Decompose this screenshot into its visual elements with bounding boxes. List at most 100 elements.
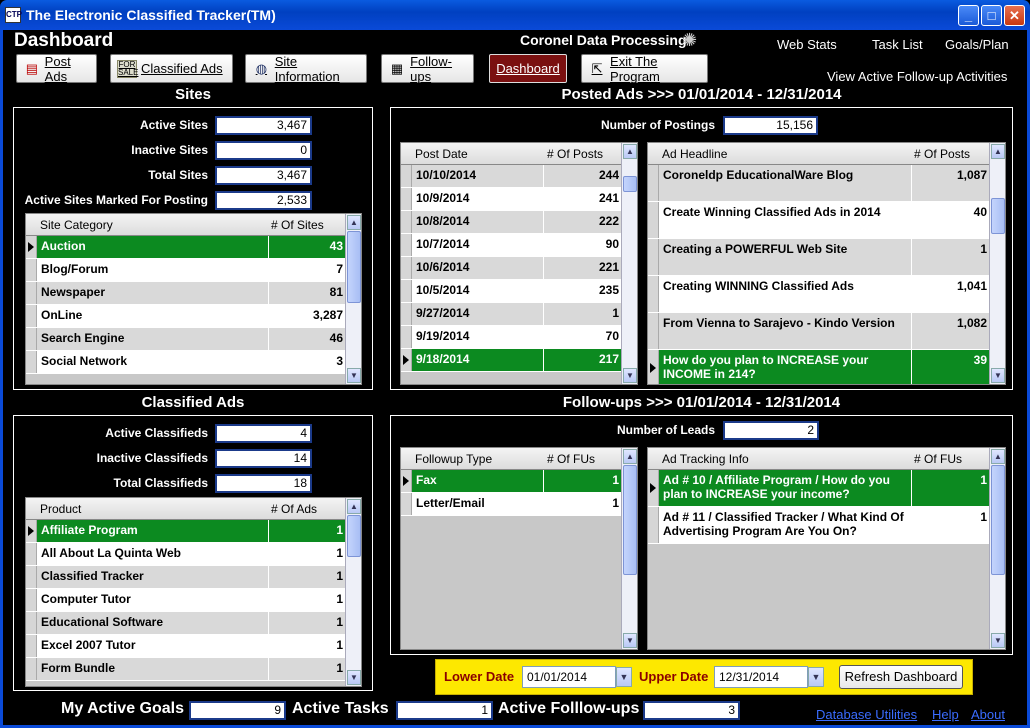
table-row[interactable]: Social Network 3 — [26, 351, 347, 374]
table-row[interactable]: Letter/Email 1 — [401, 493, 623, 516]
vertical-scrollbar[interactable]: ▲ ▼ — [621, 143, 637, 384]
scroll-down-icon[interactable]: ▼ — [991, 368, 1005, 383]
scroll-thumb[interactable] — [991, 465, 1005, 575]
col-num-posts: # Of Posts — [547, 147, 604, 161]
table-row[interactable]: Newspaper 81 — [26, 282, 347, 305]
table-row[interactable]: 10/8/2014 222 — [401, 211, 623, 234]
post-date-grid[interactable]: Post Date # Of Posts 10/10/2014 244 10/9/… — [400, 142, 638, 385]
table-row[interactable]: 10/6/2014 221 — [401, 257, 623, 280]
table-row[interactable]: 10/9/2014 241 — [401, 188, 623, 211]
minimize-button[interactable]: _ — [958, 5, 979, 26]
dashboard-button[interactable]: Dashboard — [489, 54, 567, 83]
cell-count: 46 — [268, 328, 347, 350]
followups-panel: Number of Leads 2 Followup Type # Of FUs… — [390, 415, 1013, 655]
post-ads-button[interactable]: ▤ Post Ads — [16, 54, 97, 84]
classified-ads-button[interactable]: FOR SALE Classified Ads — [110, 54, 233, 83]
close-button[interactable]: ✕ — [1004, 5, 1025, 26]
view-followups-link[interactable]: View Active Follow-up Activities — [827, 69, 1007, 84]
table-row[interactable]: 9/19/2014 70 — [401, 326, 623, 349]
table-row[interactable]: How do you plan to INCREASE your INCOME … — [648, 350, 991, 384]
table-row[interactable]: Creating WINNING Classified Ads 1,041 — [648, 276, 991, 313]
table-row[interactable]: 10/10/2014 244 — [401, 165, 623, 188]
total-sites-value: 3,467 — [215, 166, 312, 185]
table-row[interactable]: Form Bundle 1 — [26, 658, 347, 681]
scroll-up-icon[interactable]: ▲ — [623, 449, 637, 464]
scroll-down-icon[interactable]: ▼ — [623, 368, 637, 383]
refresh-dashboard-button[interactable]: Refresh Dashboard — [839, 665, 963, 689]
cell-count: 241 — [543, 188, 623, 210]
scroll-up-icon[interactable]: ▲ — [347, 215, 361, 230]
marked-sites-label: Active Sites Marked For Posting — [24, 193, 208, 207]
table-row[interactable]: Blog/Forum 7 — [26, 259, 347, 282]
scroll-thumb[interactable] — [347, 231, 361, 303]
scroll-up-icon[interactable]: ▲ — [991, 144, 1005, 159]
vertical-scrollbar[interactable]: ▲ ▼ — [345, 214, 361, 384]
vertical-scrollbar[interactable]: ▲ ▼ — [345, 498, 361, 686]
table-row[interactable]: 9/27/2014 1 — [401, 303, 623, 326]
goals-plan-link[interactable]: Goals/Plan — [945, 37, 1009, 52]
gear-icon: ✺ — [682, 30, 698, 50]
table-row[interactable]: 10/5/2014 235 — [401, 280, 623, 303]
scroll-thumb[interactable] — [347, 515, 361, 557]
table-row[interactable]: OnLine 3,287 — [26, 305, 347, 328]
scroll-thumb[interactable] — [623, 465, 637, 575]
scroll-down-icon[interactable]: ▼ — [347, 368, 361, 383]
scroll-down-icon[interactable]: ▼ — [623, 633, 637, 648]
vertical-scrollbar[interactable]: ▲ ▼ — [621, 448, 637, 649]
table-row[interactable]: Search Engine 46 — [26, 328, 347, 351]
upper-date-input[interactable]: 12/31/2014 — [714, 666, 808, 688]
window-title-bar[interactable]: CTP The Electronic Classified Tracker(TM… — [0, 0, 1030, 30]
table-row[interactable]: Ad # 11 / Classified Tracker / What Kind… — [648, 507, 991, 544]
cell-product: Excel 2007 Tutor — [37, 635, 268, 657]
followup-type-grid[interactable]: Followup Type # Of FUs Fax 1 Letter/Email… — [400, 447, 638, 650]
table-row[interactable]: Coroneldp EducationalWare Blog 1,087 — [648, 165, 991, 202]
scroll-up-icon[interactable]: ▲ — [623, 144, 637, 159]
exit-button[interactable]: ⇱ Exit The Program — [581, 54, 708, 84]
table-row[interactable]: Educational Software 1 — [26, 612, 347, 635]
table-row[interactable]: Creating a POWERFUL Web Site 1 — [648, 239, 991, 276]
table-row[interactable]: Ad # 10 / Affiliate Program / How do you… — [648, 470, 991, 507]
lower-date-dropdown-icon[interactable]: ▼ — [616, 667, 632, 687]
scroll-thumb[interactable] — [991, 198, 1005, 234]
table-row[interactable]: Create Winning Classified Ads in 2014 40 — [648, 202, 991, 239]
cell-date: 9/27/2014 — [412, 303, 543, 325]
help-link[interactable]: Help — [932, 707, 959, 722]
ad-headline-grid[interactable]: Ad Headline # Of Posts Coroneldp Educati… — [647, 142, 1006, 385]
table-row[interactable]: Classified Tracker 1 — [26, 566, 347, 589]
vertical-scrollbar[interactable]: ▲ ▼ — [989, 448, 1005, 649]
table-row[interactable]: Fax 1 — [401, 470, 623, 493]
ad-tracking-grid[interactable]: Ad Tracking Info # Of FUs Ad # 10 / Affi… — [647, 447, 1006, 650]
table-row[interactable]: Affiliate Program 1 — [26, 520, 347, 543]
web-stats-link[interactable]: Web Stats — [777, 37, 837, 52]
table-row[interactable]: 10/7/2014 90 — [401, 234, 623, 257]
scroll-down-icon[interactable]: ▼ — [991, 633, 1005, 648]
followups-button[interactable]: ▦ Follow-ups — [381, 54, 474, 84]
task-list-link[interactable]: Task List — [872, 37, 923, 52]
maximize-button[interactable]: □ — [981, 5, 1002, 26]
table-row[interactable]: All About La Quinta Web 1 — [26, 543, 347, 566]
upper-date-dropdown-icon[interactable]: ▼ — [808, 667, 824, 687]
scroll-thumb[interactable] — [623, 176, 637, 192]
dashboard-label: Dashboard — [496, 61, 560, 76]
product-grid[interactable]: Product # Of Ads Affiliate Program 1 All … — [25, 497, 362, 687]
upper-date-label: Upper Date — [639, 669, 709, 684]
table-row[interactable]: 9/18/2014 217 — [401, 349, 623, 372]
table-row[interactable]: Excel 2007 Tutor 1 — [26, 635, 347, 658]
scroll-up-icon[interactable]: ▲ — [347, 499, 361, 514]
lower-date-input[interactable]: 01/01/2014 — [522, 666, 616, 688]
cell-headline: From Vienna to Sarajevo - Kindo Version — [659, 313, 911, 349]
globe-icon: ◍ — [255, 60, 268, 76]
table-row[interactable]: Computer Tutor 1 — [26, 589, 347, 612]
site-category-grid[interactable]: Site Category # Of Sites Auction 43 Blog/… — [25, 213, 362, 385]
cell-count: 1 — [268, 612, 347, 634]
posted-ads-title: Posted Ads >>> 01/01/2014 - 12/31/2014 — [561, 86, 842, 103]
scroll-down-icon[interactable]: ▼ — [347, 670, 361, 685]
table-row[interactable]: Auction 43 — [26, 236, 347, 259]
scroll-up-icon[interactable]: ▲ — [991, 449, 1005, 464]
site-information-button[interactable]: ◍ Site Information — [245, 54, 367, 84]
table-row[interactable]: From Vienna to Sarajevo - Kindo Version 1… — [648, 313, 991, 350]
about-link[interactable]: About — [971, 707, 1005, 722]
cell-count: 1 — [911, 507, 991, 543]
vertical-scrollbar[interactable]: ▲ ▼ — [989, 143, 1005, 384]
database-utilities-link[interactable]: Database Utilities — [816, 707, 917, 722]
